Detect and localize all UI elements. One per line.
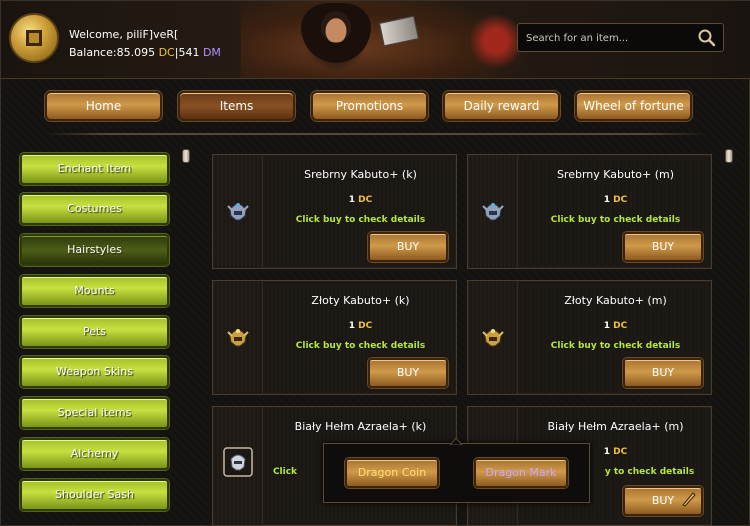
sidebar-item-alchemy[interactable]: Alchemy [20,438,169,470]
item-price-currency: DC [613,321,628,331]
search-input[interactable] [526,30,691,46]
dc-amount: 85.095 [116,46,156,59]
nav-promotions-button[interactable]: Promotions [311,91,428,121]
header: Welcome, piliF]veR[ Balance:85.095 DC|54… [1,1,750,79]
item-price-amount: 1 [603,195,611,205]
main-nav: Home Items Promotions Daily reward Wheel… [1,79,750,139]
item-price-currency: DC [358,321,373,331]
nav-daily-reward-button[interactable]: Daily reward [443,91,560,121]
items-scrollbar-thumb[interactable] [725,149,733,163]
nav-home-button[interactable]: Home [45,91,162,121]
username: piliF]veR[ [126,28,179,41]
buy-button[interactable]: BUY [368,358,448,388]
dm-unit: DM [202,46,221,59]
item-price-currency: DC [613,447,628,457]
dm-amount: 541 [178,46,200,59]
item-card: Srebrny Kabuto+ (k) 1 DC Click buy to ch… [212,154,457,269]
sidebar-item-costumes[interactable]: Costumes [20,193,169,225]
buy-button[interactable]: BUY [623,358,703,388]
white-helmet-icon [223,447,253,477]
welcome-prefix: Welcome, [69,28,127,41]
item-price: 1 DC [265,321,456,331]
shop-window: Welcome, piliF]veR[ Balance:85.095 DC|54… [0,0,750,526]
item-price-currency: DC [358,195,373,205]
sidebar-item-pets[interactable]: Pets [20,316,169,348]
header-artwork-lantern [471,11,521,71]
buy-button[interactable]: BUY [368,232,448,262]
sidebar-item-weapon-skins[interactable]: Weapon Skins [20,356,169,388]
dragon-mark-button[interactable]: Dragon Mark [474,458,568,488]
nav-items-button[interactable]: Items [178,91,295,121]
dragon-coin-logo [9,13,59,63]
search-box [517,23,724,52]
silver-helmet-icon [482,203,504,221]
nav-wheel-of-fortune-button[interactable]: Wheel of fortune [575,91,692,121]
item-name: Biały Hełm Azraela+ (m) [547,420,684,433]
mouse-cursor-icon [682,492,696,507]
item-hint: Click buy to check details [295,341,426,351]
item-price: 1 DC [520,195,711,205]
sidebar-scrollbar-thumb[interactable] [182,149,190,163]
item-name: Złoty Kabuto+ (m) [564,294,667,307]
sidebar-item-enchant-item[interactable]: Enchant Item [20,153,169,185]
sidebar-item-shoulder-sash[interactable]: Shoulder Sash [20,479,169,511]
buy-button[interactable]: BUY [623,232,703,262]
currency-popup: Dragon Coin Dragon Mark [323,437,590,503]
item-price: 1 DC [265,195,456,205]
item-card: Złoty Kabuto+ (k) 1 DC Click buy to chec… [212,280,457,395]
items-scrollbar[interactable] [725,149,733,509]
item-price-currency: DC [613,195,628,205]
sidebar-scrollbar[interactable] [182,149,190,509]
item-name: Biały Hełm Azraela+ (k) [294,420,427,433]
welcome-text: Welcome, piliF]veR[ [69,28,178,41]
item-hint: Click [272,467,298,477]
search-icon[interactable] [697,28,717,48]
sidebar-item-special-items[interactable]: Special items [20,397,169,429]
item-price-amount: 1 [348,195,356,205]
item-card: Srebrny Kabuto+ (m) 1 DC Click buy to ch… [467,154,712,269]
popup-pointer-icon [450,437,462,445]
silver-helmet-icon [227,203,249,221]
item-price-amount: 1 [348,321,356,331]
item-price: 1 DC [520,321,711,331]
item-name: Srebrny Kabuto+ (m) [556,168,675,181]
balance-label: Balance: [69,46,117,59]
coin-hole [26,30,42,46]
item-hint: Click buy to check details [295,215,426,225]
balance-text: Balance:85.095 DC|541 DM [69,46,221,59]
nav-divider [45,133,707,135]
gold-helmet-icon [227,329,249,347]
dragon-coin-button[interactable]: Dragon Coin [345,458,439,488]
dc-unit: DC [158,46,175,59]
item-hint: Click buy to check details [550,341,681,351]
item-price-amount: 1 [603,321,611,331]
sidebar-item-mounts[interactable]: Mounts [20,275,169,307]
gold-helmet-icon [482,329,504,347]
item-hint: Click buy to check details [550,215,681,225]
item-name: Złoty Kabuto+ (k) [311,294,410,307]
item-hint: y to check details [604,467,695,477]
sidebar-item-hairstyles[interactable]: Hairstyles [20,234,169,266]
item-price-amount: 1 [603,447,611,457]
header-artwork-hair [301,3,371,63]
item-card: Złoty Kabuto+ (m) 1 DC Click buy to chec… [467,280,712,395]
item-name: Srebrny Kabuto+ (k) [304,168,417,181]
